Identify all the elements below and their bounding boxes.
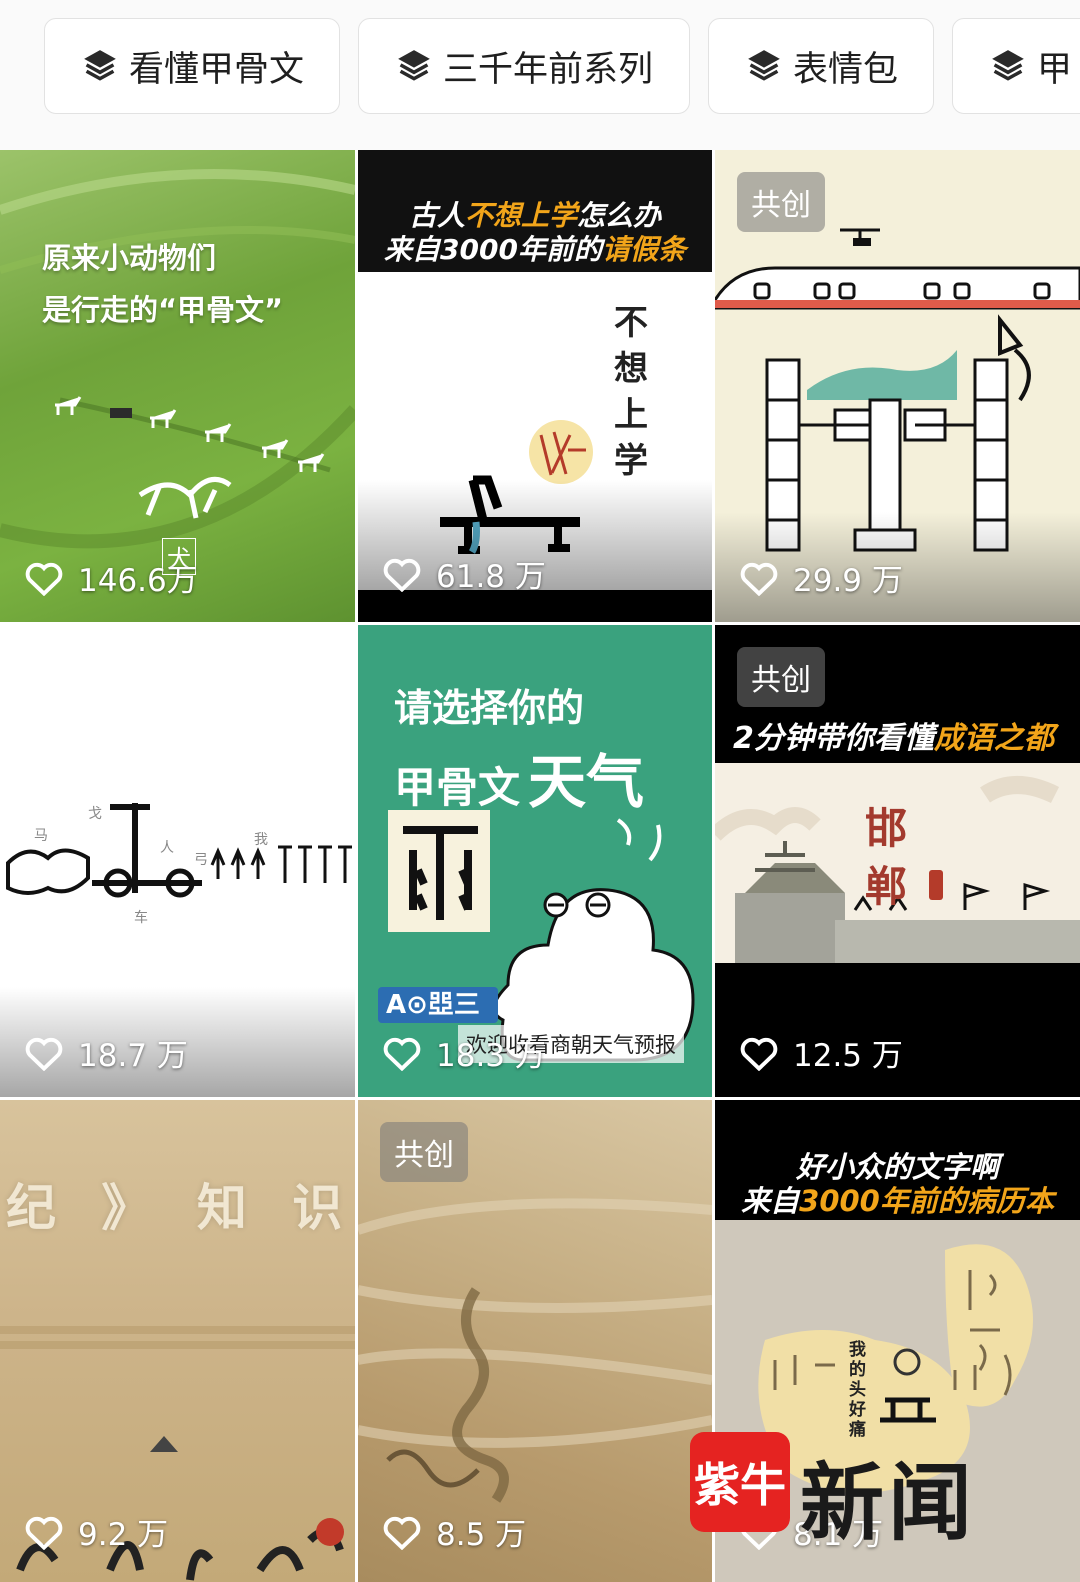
like-count: 61.8 万 (382, 551, 546, 596)
character-label: 车 (134, 910, 148, 926)
caption-part: 来自3000年前的 (384, 233, 602, 266)
video-tile-bone-script[interactable]: 共创 8.5 万 (358, 1100, 712, 1582)
character-label: 戈 (88, 806, 102, 822)
caption-line: 原来小动物们 (42, 241, 217, 275)
city-char: 郸 (865, 862, 908, 911)
chip-kan-dong-jia-gu-wen[interactable]: 看懂甲骨文 (44, 18, 340, 114)
layers-icon (992, 50, 1024, 81)
like-count-text: 9.2 万 (78, 1517, 169, 1553)
heart-icon (25, 1516, 63, 1550)
caption-line: 来自3000年前的请假条 (358, 228, 712, 268)
caption-line: 2分钟带你看懂成语之都 (733, 713, 1054, 757)
heart-icon (25, 1037, 63, 1071)
heart-icon (383, 1516, 421, 1550)
caption-line: 是行走的“甲骨文” (42, 293, 284, 327)
like-count: 18.7 万 (24, 1030, 188, 1075)
video-tile-handan[interactable]: 共创 2分钟带你看懂成语之都 邯 郸 12.5 万 (715, 625, 1080, 1097)
like-count: 9.2 万 (24, 1509, 168, 1554)
like-count: 12.5 万 (739, 1030, 903, 1075)
caption-part: 来自 (741, 1184, 800, 1218)
character-label: 人 (160, 840, 174, 856)
chip-label: 看懂甲骨文 (129, 49, 305, 90)
co-creation-badge: 共创 (737, 647, 825, 707)
caption-highlight: 请假条 (601, 233, 686, 266)
chip-label: 表情包 (793, 49, 899, 90)
chip-label: 甲 (1037, 49, 1073, 90)
like-count-text: 12.5 万 (793, 1038, 903, 1074)
heart-icon (740, 562, 778, 596)
video-tile-leave-note[interactable]: 古人不想上学怎么办 来自3000年前的请假条 不想上学 61.8 万 (358, 150, 712, 622)
like-count: 8.5 万 (382, 1509, 526, 1554)
video-tile-chariot[interactable]: 马 戈 人 弓 我 车 18.7 万 (0, 625, 355, 1097)
heart-icon (25, 562, 63, 596)
video-tile-space-station[interactable]: 共创 29.9 万 (715, 150, 1080, 622)
like-count-text: 146.6万 (78, 563, 198, 599)
city-name: 邯 郸 (865, 800, 907, 916)
caption-part: 2分钟带你看懂 (733, 721, 934, 756)
chip-biao-qing-bao[interactable]: 表情包 (708, 18, 934, 114)
chip-jia-partial[interactable]: 甲 (952, 18, 1080, 114)
character-label: 马 (34, 828, 48, 844)
heart-icon (383, 1037, 421, 1071)
collection-chip-bar: 看懂甲骨文 三千年前系列 表情包 甲 (0, 0, 1080, 150)
caption-line: 请选择你的 (394, 686, 585, 730)
chip-label: 三千年前系列 (443, 49, 654, 90)
overlay-text: 纪 》 知 识 库 (6, 1178, 355, 1237)
like-count-text: 29.9 万 (793, 563, 903, 599)
caption-part: 甲骨文 (394, 763, 521, 812)
like-count-text: 8.5 万 (436, 1517, 527, 1553)
like-count: 146.6万 (24, 555, 198, 600)
layers-icon (398, 50, 430, 81)
character-label: 弓 (194, 852, 208, 868)
like-count-text: 18.7 万 (78, 1038, 188, 1074)
heart-icon (383, 558, 421, 592)
co-creation-badge: 共创 (380, 1122, 468, 1182)
video-tile-knowledge-scroll[interactable]: 纪 》 知 识 库 9.2 万 (0, 1100, 355, 1582)
tile-caption: 原来小动物们 是行走的“甲骨文” (42, 232, 283, 336)
caption-line: 甲骨文 天气 (394, 735, 644, 819)
like-count: 29.9 万 (739, 555, 903, 600)
video-tile-weather[interactable]: 请选择你的 甲骨文 天气 A⊙𠁁三 欢迎收看商朝天气预报 18.3 万 (358, 625, 712, 1097)
like-count-text: 18.3 万 (436, 1038, 546, 1074)
chip-san-qian-nian-qian[interactable]: 三千年前系列 (358, 18, 690, 114)
sign-text: A⊙𠁁三 (386, 990, 480, 1020)
caption-highlight: 3000年前的病历本 (799, 1184, 1054, 1218)
like-count: 18.3 万 (382, 1030, 546, 1075)
watermark-text: 新闻 (800, 1453, 977, 1552)
character-label: 我 (254, 832, 268, 848)
speech-note: 我的头好痛 (849, 1340, 866, 1440)
city-char: 邯 (865, 804, 908, 853)
ziniu-news-logo: 紫牛 (690, 1432, 790, 1532)
heart-icon (740, 1037, 778, 1071)
co-creation-badge: 共创 (737, 172, 825, 232)
caption-line: 来自3000年前的病历本 (715, 1178, 1080, 1220)
caption-highlight: 天气 (528, 748, 645, 816)
video-tile-animals[interactable]: 原来小动物们 是行走的“甲骨文” 犬 146.6万 (0, 150, 355, 622)
layers-icon (84, 50, 116, 81)
caption-highlight: 成语之都 (933, 721, 1054, 756)
like-count-text: 61.8 万 (436, 559, 546, 595)
layers-icon (748, 50, 780, 81)
